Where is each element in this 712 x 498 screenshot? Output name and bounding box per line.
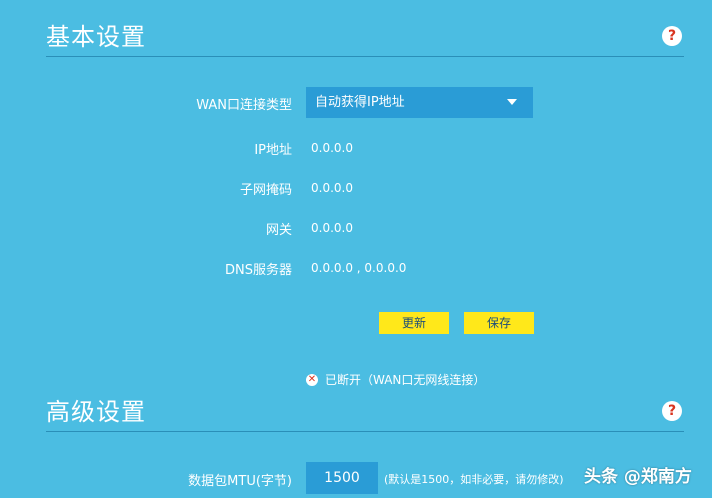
gateway-label: 网关 <box>265 223 292 238</box>
chevron-down-icon <box>507 99 517 105</box>
gateway-value: 0.0.0.0 <box>311 221 353 235</box>
help-icon[interactable]: ? <box>662 401 682 421</box>
wan-type-label: WAN口连接类型 <box>196 98 292 113</box>
mtu-hint: (默认是1500，如非必要，请勿修改) <box>384 473 564 486</box>
subnet-mask-value: 0.0.0.0 <box>311 181 353 195</box>
save-button[interactable]: 保存 <box>464 312 534 334</box>
ip-address-value: 0.0.0.0 <box>311 141 353 155</box>
disconnected-icon: ✕ <box>306 373 318 386</box>
wan-type-value: 自动获得IP地址 <box>315 95 405 110</box>
help-icon[interactable]: ? <box>662 26 682 46</box>
subnet-mask-label: 子网掩码 <box>239 183 292 198</box>
basic-settings-divider <box>46 56 684 57</box>
dns-server-label: DNS服务器 <box>225 263 292 278</box>
refresh-button[interactable]: 更新 <box>379 312 449 334</box>
wan-type-select[interactable]: 自动获得IP地址 <box>306 87 533 118</box>
basic-settings-title: 基本设置 <box>46 23 146 51</box>
connection-status: ✕ 已断开（WAN口无网线连接） <box>306 371 485 388</box>
mtu-label: 数据包MTU(字节) <box>188 474 292 489</box>
connection-status-text: 已断开（WAN口无网线连接） <box>325 373 486 387</box>
dns-server-value: 0.0.0.0 , 0.0.0.0 <box>311 261 407 275</box>
advanced-settings-title: 高级设置 <box>46 398 146 426</box>
ip-address-label: IP地址 <box>254 143 292 158</box>
mtu-input[interactable]: 1500 <box>306 462 378 494</box>
advanced-settings-divider <box>46 431 684 432</box>
watermark: 头条 @郑南方 <box>584 467 692 487</box>
